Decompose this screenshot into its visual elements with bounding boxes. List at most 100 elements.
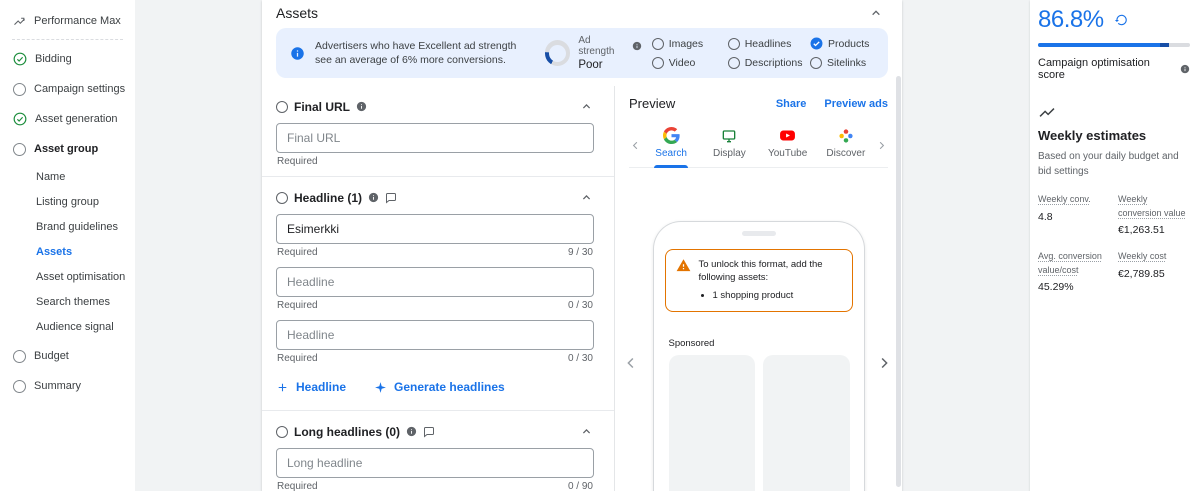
preview-chevron-right-icon[interactable]: [875, 354, 893, 372]
tab-search[interactable]: Search: [642, 123, 700, 167]
sidebar-subitem-listing-group[interactable]: Listing group: [0, 189, 135, 214]
share-link[interactable]: Share: [776, 98, 807, 110]
score-progress-bar: [1038, 43, 1190, 47]
optimisation-score-value: 86.8%: [1038, 6, 1104, 34]
scrollbar[interactable]: [896, 76, 901, 487]
required-hint: Required: [277, 353, 318, 364]
sidebar-subitem-asset-optimisation[interactable]: Asset optimisation: [0, 264, 135, 289]
assets-card-header: Assets: [262, 0, 902, 25]
section-divider: [262, 176, 614, 177]
score-progress-potential: [1160, 43, 1169, 47]
trending-up-icon: [1038, 103, 1190, 121]
sidebar-item-label: Asset group: [34, 143, 98, 155]
banner-text: Advertisers who have Excellent ad streng…: [315, 39, 529, 67]
tab-discover[interactable]: Discover: [817, 124, 875, 167]
ad-strength-label: Ad strength: [578, 35, 628, 57]
plus-icon: [276, 381, 289, 394]
sidebar-subitem-brand-guidelines[interactable]: Brand guidelines: [0, 214, 135, 239]
collapse-panel-chevron-up-icon[interactable]: [868, 5, 884, 21]
radio-unchecked-icon: [728, 57, 740, 69]
comment-icon[interactable]: [385, 192, 397, 204]
tabs-chevron-left-icon[interactable]: [629, 139, 642, 152]
asset-status-products[interactable]: Products: [810, 37, 876, 50]
generate-headlines-button[interactable]: Generate headlines: [374, 380, 505, 394]
sidebar-item-performance-max[interactable]: Performance Max: [0, 6, 135, 36]
preview-ads-link[interactable]: Preview ads: [824, 98, 888, 110]
asset-status-label: Products: [828, 38, 869, 50]
sidebar-item-bidding[interactable]: Bidding: [0, 44, 135, 74]
stat-value: 4.8: [1038, 211, 1110, 223]
tab-youtube[interactable]: YouTube: [759, 123, 817, 167]
asset-status-label: Images: [669, 38, 703, 50]
sidebar-subitem-audience-signal[interactable]: Audience signal: [0, 314, 135, 339]
sidebar-item-asset-group[interactable]: Asset group: [0, 134, 135, 164]
radio-unchecked-icon: [652, 57, 664, 69]
section-divider: [262, 410, 614, 411]
add-headline-button[interactable]: Headline: [276, 380, 346, 394]
headline-input-2[interactable]: [276, 267, 594, 297]
add-headline-label: Headline: [296, 380, 346, 394]
asset-status-list: Images Headlines Products Video Descript…: [652, 37, 878, 69]
asset-status-descriptions[interactable]: Descriptions: [728, 57, 800, 69]
sidebar-item-asset-generation[interactable]: Asset generation: [0, 104, 135, 134]
asset-status-headlines[interactable]: Headlines: [728, 37, 800, 50]
ad-strength-value: Poor: [578, 59, 641, 71]
sidebar-item-label: Performance Max: [34, 15, 121, 27]
collapse-long-headlines-chevron-up-icon[interactable]: [579, 424, 594, 439]
comment-icon[interactable]: [423, 426, 435, 438]
required-hint: Required: [277, 247, 318, 258]
final-url-label: Final URL: [294, 100, 350, 114]
info-icon[interactable]: [356, 101, 367, 112]
tabs-chevron-right-icon[interactable]: [875, 139, 888, 152]
asset-status-images[interactable]: Images: [652, 37, 718, 50]
stat-value: 45.29%: [1038, 281, 1110, 293]
sidebar-subitem-assets[interactable]: Assets: [0, 239, 135, 264]
asset-status-sitelinks[interactable]: Sitelinks: [810, 57, 876, 69]
sidebar-item-campaign-settings[interactable]: Campaign settings: [0, 74, 135, 104]
stat-label: Weekly conv.: [1038, 193, 1110, 207]
sidebar-subitem-search-themes[interactable]: Search themes: [0, 289, 135, 314]
info-icon[interactable]: [632, 41, 642, 51]
check-circle-icon: [13, 52, 27, 66]
radio-unchecked-icon: [728, 38, 740, 50]
required-hint: Required: [277, 300, 318, 311]
check-circle-icon: [13, 112, 27, 126]
collapse-final-url-chevron-up-icon[interactable]: [579, 99, 594, 114]
assets-panel-title: Assets: [276, 5, 318, 21]
asset-group-subnav: Name Listing group Brand guidelines Asse…: [0, 164, 135, 339]
sidebar-subitem-name[interactable]: Name: [0, 164, 135, 189]
headline-section: Headline (1) Required 9 / 30 Required 0 …: [276, 179, 594, 406]
sidebar-item-label: Campaign settings: [34, 83, 125, 95]
radio-unchecked-icon: [652, 38, 664, 50]
score-history-icon[interactable]: [1114, 13, 1128, 27]
headline-input-3[interactable]: [276, 320, 594, 350]
sidebar-item-summary[interactable]: Summary: [0, 371, 135, 401]
ad-placeholder-cards: [669, 355, 850, 491]
info-icon: [290, 46, 305, 61]
tab-display[interactable]: Display: [700, 124, 758, 167]
warning-text: To unlock this format, add the following…: [699, 258, 844, 285]
long-headlines-section: Long headlines (0) Required 0 / 90: [276, 413, 594, 491]
long-headline-input[interactable]: [276, 448, 594, 478]
collapse-headline-chevron-up-icon[interactable]: [579, 190, 594, 205]
headline-input-1[interactable]: [276, 214, 594, 244]
long-headlines-label: Long headlines (0): [294, 425, 400, 439]
char-counter: 0 / 30: [568, 353, 593, 364]
asset-status-label: Headlines: [745, 38, 792, 50]
required-hint: Required: [277, 481, 318, 491]
format-warning-card: To unlock this format, add the following…: [665, 249, 853, 312]
preview-title: Preview: [629, 96, 675, 111]
score-progress-fill: [1038, 43, 1160, 47]
step-circle-icon: [13, 350, 26, 363]
asset-status-video[interactable]: Video: [652, 57, 718, 69]
final-url-input[interactable]: [276, 123, 594, 153]
sidebar-item-budget[interactable]: Budget: [0, 341, 135, 371]
info-icon[interactable]: [368, 192, 379, 203]
info-icon[interactable]: [1180, 64, 1190, 74]
warning-list-item: 1 shopping product: [713, 290, 844, 301]
info-icon[interactable]: [406, 426, 417, 437]
stat-weekly-conversion-value: Weekly conversion value €1,263.51: [1118, 193, 1190, 236]
tab-label: Discover: [826, 148, 865, 159]
preview-chevron-left-icon[interactable]: [622, 354, 640, 372]
sponsored-label: Sponsored: [669, 338, 864, 349]
